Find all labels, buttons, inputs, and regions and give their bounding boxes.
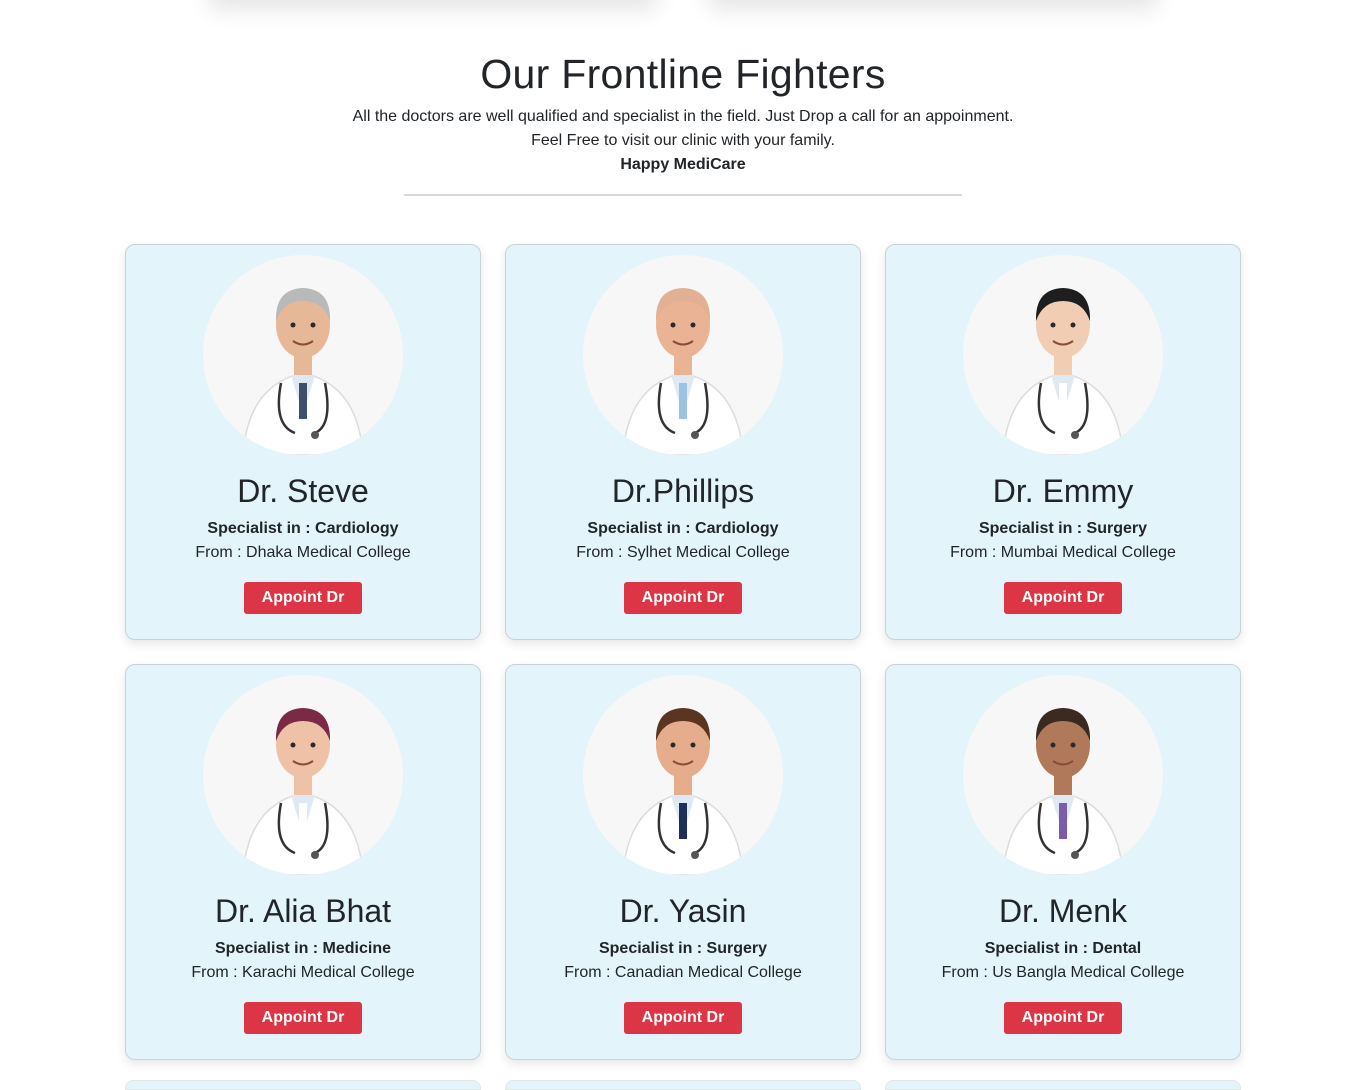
doctor-photo <box>583 675 783 875</box>
doctor-illustration <box>1002 288 1124 455</box>
doctor-photo <box>203 675 403 875</box>
doctor-name: Dr. Emmy <box>992 473 1134 509</box>
doctor-photo <box>583 255 783 455</box>
doctor-name: Dr. Steve <box>237 473 369 509</box>
doctor-specialty: Specialist in : Dental <box>984 940 1142 957</box>
doctor-college: From : Canadian Medical College <box>564 964 802 981</box>
doctor-illustration <box>242 708 364 875</box>
section-divider <box>404 194 962 196</box>
doctor-college: From : Karachi Medical College <box>191 964 415 981</box>
doctor-photo <box>203 255 403 455</box>
next-row-card <box>885 1080 1241 1090</box>
doctor-illustration <box>622 288 744 455</box>
doctor-photo <box>963 675 1163 875</box>
section-title: Our Frontline Fighters <box>480 51 886 97</box>
section-header: Our Frontline Fighters All the doctors a… <box>0 48 1366 177</box>
doctor-illustration <box>622 708 744 875</box>
doctor-photo <box>963 255 1163 455</box>
section-description: All the doctors are well qualified and s… <box>352 108 1014 125</box>
doctor-card: Dr. Menk Specialist in : Dental From : U… <box>885 664 1241 1060</box>
appoint-button[interactable]: Appoint Dr <box>1004 1002 1122 1034</box>
top-card-shadows <box>0 0 1366 10</box>
next-row-card <box>505 1080 861 1090</box>
doctor-specialty: Specialist in : Cardiology <box>207 520 399 537</box>
doctor-specialty: Specialist in : Surgery <box>978 520 1148 537</box>
next-row-card <box>125 1080 481 1090</box>
doctor-specialty: Specialist in : Surgery <box>598 940 768 957</box>
appoint-button[interactable]: Appoint Dr <box>244 582 362 614</box>
appoint-button[interactable]: Appoint Dr <box>624 582 742 614</box>
doctor-card: Dr. Steve Specialist in : Cardiology Fro… <box>125 244 481 640</box>
section-tagline: Happy MediCare <box>620 156 746 173</box>
doctor-card: Dr.Phillips Specialist in : Cardiology F… <box>505 244 861 640</box>
doctor-name: Dr.Phillips <box>611 473 755 509</box>
doctor-name: Dr. Menk <box>998 893 1128 929</box>
section-description-2: Feel Free to visit our clinic with your … <box>531 132 835 149</box>
doctor-card: Dr. Yasin Specialist in : Surgery From :… <box>505 664 861 1060</box>
doctor-card: Dr. Emmy Specialist in : Surgery From : … <box>885 244 1241 640</box>
doctor-illustration <box>242 288 364 455</box>
doctor-specialty: Specialist in : Medicine <box>214 940 392 957</box>
doctor-illustration <box>1002 708 1124 875</box>
doctor-college: From : Us Bangla Medical College <box>941 964 1185 981</box>
doctor-name: Dr. Alia Bhat <box>214 893 392 929</box>
doctor-card: Dr. Alia Bhat Specialist in : Medicine F… <box>125 664 481 1060</box>
doctor-specialty: Specialist in : Cardiology <box>587 520 779 537</box>
doctor-college: From : Mumbai Medical College <box>950 544 1176 561</box>
doctor-college: From : Dhaka Medical College <box>195 544 411 561</box>
appoint-button[interactable]: Appoint Dr <box>244 1002 362 1034</box>
doctor-college: From : Sylhet Medical College <box>576 544 790 561</box>
appoint-button[interactable]: Appoint Dr <box>1004 582 1122 614</box>
doctor-name: Dr. Yasin <box>619 893 747 929</box>
appoint-button[interactable]: Appoint Dr <box>624 1002 742 1034</box>
